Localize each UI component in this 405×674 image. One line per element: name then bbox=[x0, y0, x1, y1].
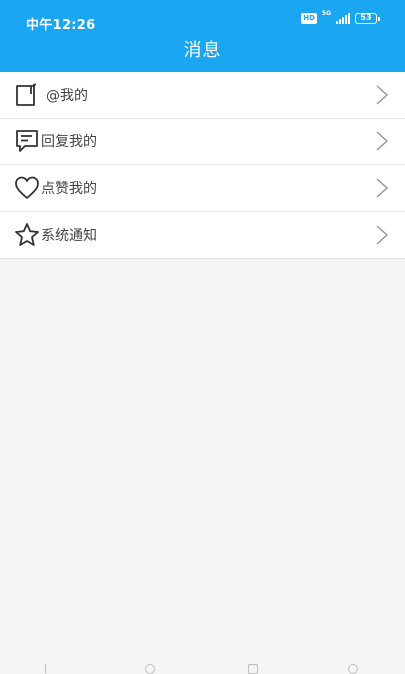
comment-icon bbox=[14, 128, 40, 154]
menu-item-likes[interactable]: 点赞我的 bbox=[0, 165, 405, 212]
menu-item-label: @我的 bbox=[46, 87, 88, 104]
signal-icon bbox=[336, 13, 350, 24]
menu-item-replies[interactable]: 回复我的 bbox=[0, 119, 405, 165]
bookmark-icon bbox=[14, 82, 40, 108]
menu-item-mentions[interactable]: @我的 bbox=[0, 72, 405, 119]
chevron-right-icon bbox=[375, 177, 389, 199]
page-title: 消息 bbox=[183, 40, 222, 61]
nav-assist-icon[interactable] bbox=[348, 664, 358, 674]
message-menu-list: @我的 回复我的 点赞我的 系统通知 bbox=[0, 72, 405, 259]
menu-item-label: 点赞我的 bbox=[41, 180, 97, 197]
chevron-right-icon bbox=[375, 130, 389, 152]
app-header: 中午12:26 HD 5G 53 消息 bbox=[0, 0, 405, 72]
heart-icon bbox=[14, 175, 40, 201]
navigation-bar bbox=[0, 660, 405, 674]
network-type: 5G bbox=[321, 9, 331, 17]
nav-home-icon[interactable] bbox=[145, 664, 155, 674]
chevron-right-icon bbox=[375, 224, 389, 246]
hd-badge: HD bbox=[301, 13, 317, 24]
star-icon bbox=[14, 222, 40, 248]
status-time: 中午12:26 bbox=[26, 18, 96, 33]
menu-item-system-notices[interactable]: 系统通知 bbox=[0, 212, 405, 259]
status-indicators: HD 5G 53 bbox=[301, 9, 380, 24]
battery-icon: 53 bbox=[355, 13, 380, 24]
menu-item-label: 系统通知 bbox=[41, 227, 97, 244]
chevron-right-icon bbox=[375, 84, 389, 106]
menu-item-label: 回复我的 bbox=[41, 134, 97, 151]
status-bar: 中午12:26 HD 5G 53 bbox=[0, 0, 405, 34]
nav-recents-icon[interactable] bbox=[248, 664, 258, 674]
nav-back-icon[interactable] bbox=[45, 664, 55, 674]
